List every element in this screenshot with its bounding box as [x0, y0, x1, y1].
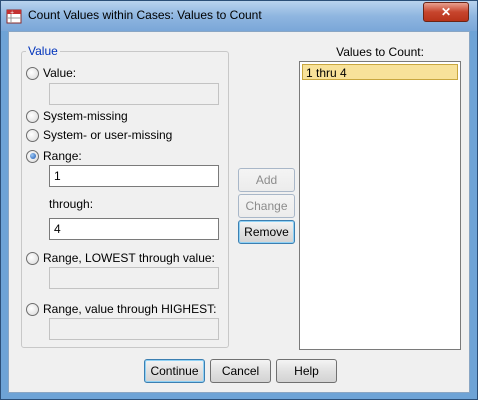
range-highest-radio[interactable] [26, 302, 39, 316]
range-label: Range: [43, 149, 82, 163]
value-group-legend: Value [28, 44, 58, 58]
dialog-window: + Count Values within Cases: Values to C… [0, 0, 478, 400]
range-radio[interactable] [26, 149, 39, 163]
through-label: through: [49, 197, 94, 211]
continue-button[interactable]: Continue [144, 359, 205, 383]
value-input[interactable] [49, 83, 219, 105]
close-button[interactable]: ✕ [423, 2, 469, 22]
range-through-input[interactable]: 4 [49, 218, 219, 240]
system-or-user-missing-radio[interactable] [26, 128, 39, 142]
range-lowest-input[interactable] [49, 267, 219, 289]
close-icon: ✕ [440, 5, 452, 19]
cancel-button[interactable]: Cancel [210, 359, 271, 383]
system-or-user-missing-option[interactable]: System- or user-missing [26, 127, 172, 143]
values-to-count-list[interactable]: 1 thru 4 [299, 61, 461, 350]
help-button[interactable]: Help [276, 359, 337, 383]
system-or-user-missing-label: System- or user-missing [43, 128, 173, 142]
add-button[interactable]: Add [238, 168, 295, 192]
remove-button[interactable]: Remove [238, 220, 295, 244]
title-bar[interactable]: + Count Values within Cases: Values to C… [1, 1, 477, 31]
range-option[interactable]: Range: [26, 148, 82, 164]
range-lowest-option[interactable]: Range, LOWEST through value: [26, 250, 215, 266]
system-missing-option[interactable]: System-missing [26, 108, 128, 124]
value-option[interactable]: Value: [26, 65, 76, 81]
spss-dialog-icon: + [6, 8, 22, 24]
values-to-count-title: Values to Count: [336, 45, 424, 59]
dialog-title: Count Values within Cases: Values to Cou… [28, 8, 262, 22]
value-radio-label: Value: [43, 66, 77, 80]
change-button[interactable]: Change [238, 194, 295, 218]
range-lowest-label: Range, LOWEST through value: [43, 251, 215, 265]
value-radio[interactable] [26, 66, 39, 80]
dialog-body: Value Value: System-missing System- or u… [8, 31, 470, 393]
system-missing-radio[interactable] [26, 109, 39, 123]
range-highest-label: Range, value through HIGHEST: [43, 302, 217, 316]
system-missing-label: System-missing [43, 109, 128, 123]
range-highest-option[interactable]: Range, value through HIGHEST: [26, 301, 216, 317]
svg-text:+: + [10, 10, 14, 16]
list-item[interactable]: 1 thru 4 [302, 64, 458, 80]
range-highest-input[interactable] [49, 318, 219, 340]
range-lowest-radio[interactable] [26, 251, 39, 265]
range-from-input[interactable]: 1 [49, 165, 219, 187]
